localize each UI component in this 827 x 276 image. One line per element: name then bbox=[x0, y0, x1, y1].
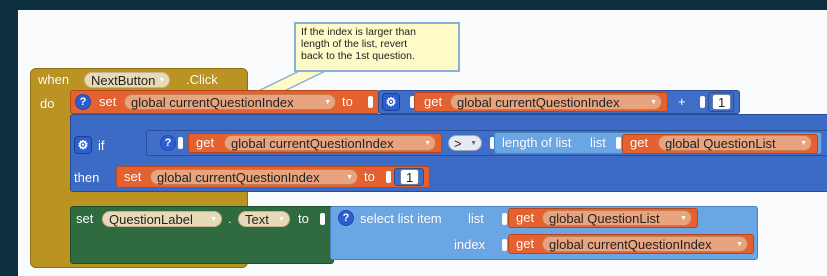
get-variable-dropdown[interactable]: global currentQuestionIndex ▼ bbox=[450, 94, 662, 110]
get-label: get bbox=[516, 236, 535, 251]
triangle-down-icon: ▼ bbox=[210, 216, 217, 223]
number-field[interactable]: 1 bbox=[712, 94, 732, 110]
triangle-down-icon: ▼ bbox=[470, 140, 477, 147]
triangle-down-icon: ▼ bbox=[346, 174, 353, 181]
triangle-down-icon: ▼ bbox=[736, 241, 743, 248]
socket-notch bbox=[368, 96, 373, 108]
triangle-down-icon: ▼ bbox=[424, 140, 431, 147]
get-label: get bbox=[196, 135, 215, 150]
blocks-workspace[interactable]: If the index is larger than length of th… bbox=[18, 10, 827, 276]
set-label: set bbox=[99, 94, 117, 109]
comment-line: length of the list, revert bbox=[301, 38, 408, 50]
select-list-item-label: select list item bbox=[360, 211, 442, 226]
set-label: set bbox=[76, 211, 94, 226]
socket-notch bbox=[320, 213, 325, 225]
index-label: index bbox=[454, 237, 486, 252]
set-label: set bbox=[124, 169, 142, 184]
get-label: get bbox=[630, 135, 649, 150]
list-variable-dropdown[interactable]: global QuestionList ▼ bbox=[542, 210, 692, 226]
socket-notch bbox=[700, 96, 705, 108]
socket-notch bbox=[178, 137, 183, 149]
socket-notch bbox=[502, 213, 507, 225]
get-label: get bbox=[424, 94, 443, 109]
triangle-down-icon: ▼ bbox=[800, 140, 807, 147]
property-dropdown[interactable]: Text ▼ bbox=[238, 211, 290, 227]
comment-line: If the index is larger than bbox=[301, 26, 416, 38]
comment-bubble[interactable]: If the index is larger than length of th… bbox=[294, 22, 460, 72]
when-label: when bbox=[38, 72, 70, 87]
compare-operator-dropdown[interactable]: > ▼ bbox=[448, 135, 482, 151]
variable-dropdown[interactable]: global currentQuestionIndex ▼ bbox=[124, 94, 336, 110]
triangle-down-icon: ▼ bbox=[650, 99, 657, 106]
variable-dropdown[interactable]: global currentQuestionIndex ▼ bbox=[150, 169, 358, 185]
component-dropdown[interactable]: NextButton ▼ bbox=[84, 72, 171, 88]
socket-notch bbox=[386, 171, 391, 183]
comment-line: back to the 1st question. bbox=[301, 50, 415, 62]
socket-notch bbox=[502, 239, 507, 251]
gear-mutator-icon[interactable]: ⚙ bbox=[382, 93, 400, 111]
triangle-down-icon: ▼ bbox=[324, 99, 331, 106]
triangle-down-icon: ▼ bbox=[158, 77, 166, 84]
event-name: .Click bbox=[186, 72, 218, 87]
to-label: to bbox=[364, 169, 375, 184]
to-label: to bbox=[298, 211, 309, 226]
do-label: do bbox=[40, 96, 55, 111]
component-dropdown[interactable]: QuestionLabel ▼ bbox=[102, 211, 222, 227]
number-field[interactable]: 1 bbox=[400, 169, 420, 185]
get-variable-dropdown[interactable]: global currentQuestionIndex ▼ bbox=[224, 135, 436, 151]
if-label: if bbox=[98, 138, 105, 153]
then-label: then bbox=[74, 170, 100, 185]
question-mark-icon[interactable]: ? bbox=[338, 210, 354, 226]
question-mark-icon[interactable]: ? bbox=[75, 94, 91, 110]
index-variable-dropdown[interactable]: global currentQuestionIndex ▼ bbox=[542, 236, 748, 252]
list-label: list bbox=[590, 135, 606, 150]
question-mark-icon[interactable]: ? bbox=[160, 135, 176, 151]
triangle-down-icon: ▼ bbox=[680, 215, 687, 222]
list-variable-dropdown[interactable]: global QuestionList ▼ bbox=[658, 135, 812, 151]
list-label: list bbox=[468, 211, 484, 226]
plus-operator: + bbox=[678, 94, 686, 109]
length-of-list-label: length of list bbox=[502, 135, 572, 150]
triangle-down-icon: ▼ bbox=[278, 216, 285, 223]
dot-label: . bbox=[228, 211, 232, 226]
gear-mutator-icon[interactable]: ⚙ bbox=[74, 136, 92, 154]
socket-notch bbox=[616, 137, 621, 149]
get-label: get bbox=[516, 210, 535, 225]
to-label: to bbox=[342, 94, 353, 109]
